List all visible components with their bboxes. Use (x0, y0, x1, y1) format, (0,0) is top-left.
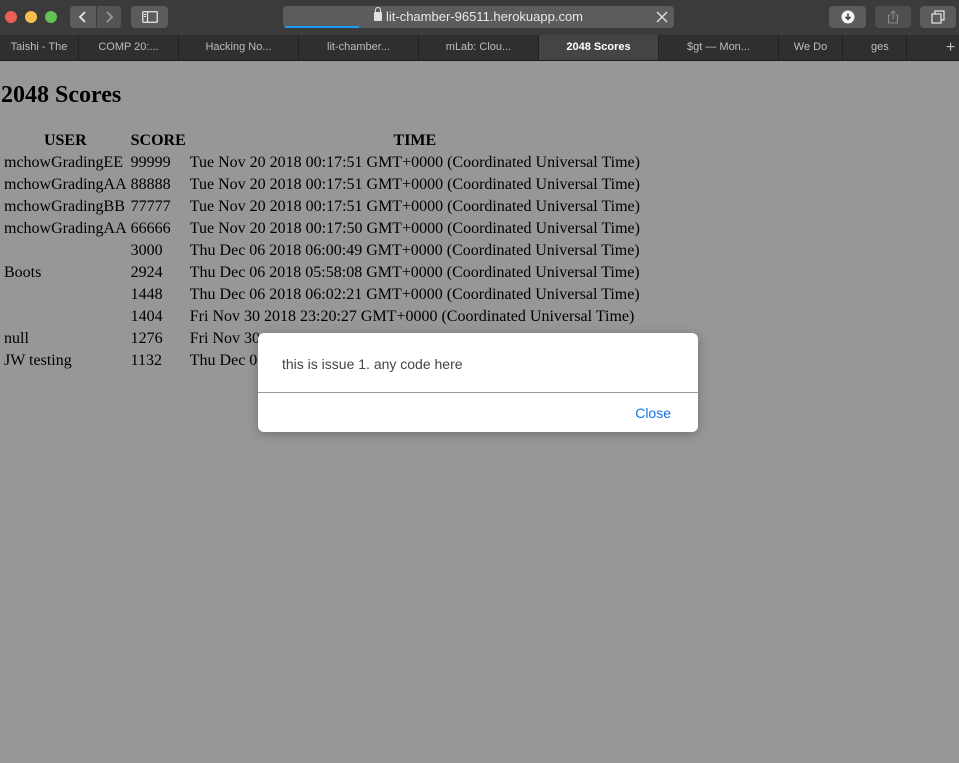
user-cell (3, 241, 128, 261)
tab-comp20[interactable]: COMP 20:... (79, 35, 179, 60)
tab-taishi[interactable]: Taishi - The (0, 35, 79, 60)
user-cell: JW testing (4, 352, 72, 369)
tab-label: We Do (793, 41, 828, 53)
score-cell: 99999 (130, 154, 171, 171)
score-cell: 2924 (130, 264, 163, 281)
alert-divider (258, 392, 698, 393)
time-cell: Tue Nov 20 2018 00:17:51 GMT+0000 (Coord… (189, 176, 640, 193)
time-cell: Fri Nov 30 2018 23:20:27 GMT+0000 (Coord… (189, 308, 635, 325)
score-cell: 77777 (130, 198, 171, 215)
tab-mlab[interactable]: mLab: Clou... (419, 35, 539, 60)
score-cell: 66666 (130, 220, 171, 237)
browser-toolbar: lit-chamber-96511.herokuapp.com (0, 0, 959, 35)
forward-button[interactable] (96, 6, 121, 28)
share-button[interactable] (875, 6, 911, 28)
tab-we-do[interactable]: We Do (779, 35, 843, 60)
chevron-left-icon (78, 11, 86, 23)
tab-label: $gt — Mon... (687, 41, 750, 53)
user-cell (3, 285, 128, 305)
lock-icon (373, 7, 382, 21)
tab-bar: Taishi - The COMP 20:... Hacking No... l… (0, 35, 959, 61)
table-row: 1404 Fri Nov 30 2018 23:20:27 GMT+0000 (C… (3, 307, 641, 327)
back-button[interactable] (70, 6, 96, 28)
user-cell: mchowGradingEE (4, 154, 124, 171)
tab-label: Hacking No... (205, 41, 272, 53)
time-cell: Thu Dec 06 2018 06:02:21 GMT+0000 (Coord… (189, 286, 640, 303)
tab-label: mLab: Clou... (445, 41, 512, 53)
score-cell: 1448 (130, 286, 163, 303)
tab-overview-button[interactable] (920, 6, 956, 28)
user-cell: mchowGradingAA (4, 220, 127, 237)
time-cell: Thu Dec 06 2018 06:00:49 GMT+0000 (Coord… (189, 242, 640, 259)
time-cell: Thu Dec 06 2018 05:58:08 GMT+0000 (Coord… (189, 264, 640, 281)
url-text: lit-chamber-96511.herokuapp.com (385, 9, 584, 24)
alert-dialog: this is issue 1. any code here Close (258, 333, 698, 432)
column-header-time: TIME (393, 132, 437, 149)
share-icon (887, 10, 899, 24)
table-row: 3000 Thu Dec 06 2018 06:00:49 GMT+0000 (C… (3, 241, 641, 261)
score-cell: 1132 (130, 352, 163, 369)
tab-2048-scores[interactable]: 2048 Scores (539, 35, 659, 60)
user-cell: Boots (4, 264, 42, 281)
tab-label: Taishi - The (10, 41, 68, 53)
tab-lit-chamber[interactable]: lit-chamber... (299, 35, 419, 60)
close-window-button[interactable] (5, 11, 17, 23)
table-row: 1448 Thu Dec 06 2018 06:02:21 GMT+0000 (C… (3, 285, 641, 305)
user-cell: mchowGradingAA (4, 176, 127, 193)
time-cell: Tue Nov 20 2018 00:17:50 GMT+0000 (Coord… (189, 220, 640, 237)
score-cell: 3000 (130, 242, 163, 259)
time-cell: Tue Nov 20 2018 00:17:51 GMT+0000 (Coord… (189, 154, 640, 171)
table-header-row: USER SCORE TIME (3, 131, 641, 151)
alert-message: this is issue 1. any code here (282, 356, 463, 372)
close-button[interactable]: Close (635, 405, 671, 421)
tab-label: 2048 Scores (566, 41, 631, 53)
score-cell: 1404 (130, 308, 163, 325)
tab-hacking-notes[interactable]: Hacking No... (179, 35, 299, 60)
address-bar[interactable]: lit-chamber-96511.herokuapp.com (283, 6, 674, 28)
table-row: Boots 2924 Thu Dec 06 2018 05:58:08 GMT+00… (3, 263, 641, 283)
page-load-progress (285, 26, 360, 28)
user-cell: null (4, 330, 29, 347)
address-url: lit-chamber-96511.herokuapp.com (283, 6, 674, 28)
plus-icon[interactable]: + (942, 39, 959, 56)
minimize-window-button[interactable] (25, 11, 37, 23)
sidebar-icon (141, 11, 158, 23)
score-cell: 88888 (130, 176, 171, 193)
tab-label: COMP 20:... (98, 41, 159, 53)
tab-label: ges (871, 41, 889, 53)
column-header-user: USER (43, 132, 87, 149)
table-row: mchowGradingEE 99999 Tue Nov 20 2018 00:17… (3, 153, 641, 173)
user-cell (3, 307, 128, 327)
score-cell: 1276 (130, 330, 163, 347)
tab-label: lit-chamber... (327, 41, 390, 53)
zoom-window-button[interactable] (45, 11, 57, 23)
column-header-score: SCORE (130, 132, 186, 149)
table-row: mchowGradingAA 66666 Tue Nov 20 2018 00:17… (3, 219, 641, 239)
sidebar-toggle-button[interactable] (131, 6, 168, 28)
downloads-button[interactable] (829, 6, 866, 28)
user-cell: mchowGradingBB (4, 198, 125, 215)
close-icon[interactable] (655, 10, 669, 24)
tab-pages[interactable]: ges (843, 35, 907, 60)
download-icon (841, 10, 854, 24)
page-title: 2048 Scores (1, 82, 122, 108)
time-cell: Tue Nov 20 2018 00:17:51 GMT+0000 (Coord… (189, 198, 640, 215)
tab-overview-icon (931, 10, 945, 24)
table-row: mchowGradingAA 88888 Tue Nov 20 2018 00:17… (3, 175, 641, 195)
tab-gt-mongo[interactable]: $gt — Mon... (659, 35, 779, 60)
chevron-right-icon (106, 11, 114, 23)
table-row: mchowGradingBB 77777 Tue Nov 20 2018 00:17… (3, 197, 641, 217)
